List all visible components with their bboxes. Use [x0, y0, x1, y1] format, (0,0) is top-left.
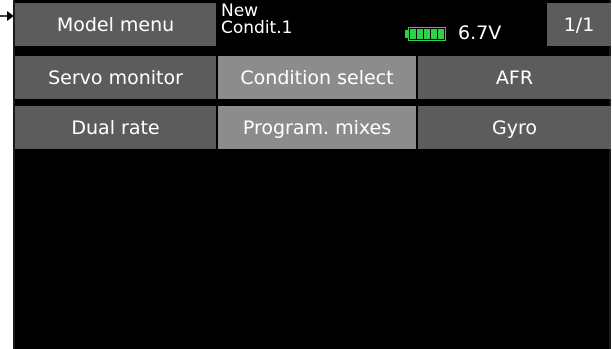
gyro-button[interactable]: Gyro [418, 106, 611, 149]
page-indicator-button[interactable]: 1/1 [547, 3, 611, 46]
condition-line-2: Condit.1 [221, 18, 293, 38]
afr-button[interactable]: AFR [418, 56, 611, 99]
program-mixes-button[interactable]: Program. mixes [218, 106, 416, 149]
battery-indicator [405, 26, 449, 42]
model-menu-button[interactable]: Model menu [15, 3, 216, 46]
menu-row-1: Servo monitor Condition select AFR [15, 56, 611, 99]
menu-row-2: Dual rate Program. mixes Gyro [15, 106, 611, 149]
condition-select-button[interactable]: Condition select [218, 56, 416, 99]
callout-arrow-right-icon [0, 11, 14, 21]
battery-icon [405, 27, 449, 41]
page: Model menu New Condit.1 6.7V 1/1 Servo m… [0, 0, 613, 349]
voltage-readout: 6.7V [458, 22, 502, 44]
header-bar: Model menu New Condit.1 6.7V 1/1 [15, 0, 611, 48]
condition-display: New Condit.1 [221, 0, 345, 48]
dual-rate-button[interactable]: Dual rate [15, 106, 216, 149]
servo-monitor-button[interactable]: Servo monitor [15, 56, 216, 99]
transmitter-screen: Model menu New Condit.1 6.7V 1/1 Servo m… [13, 0, 611, 349]
